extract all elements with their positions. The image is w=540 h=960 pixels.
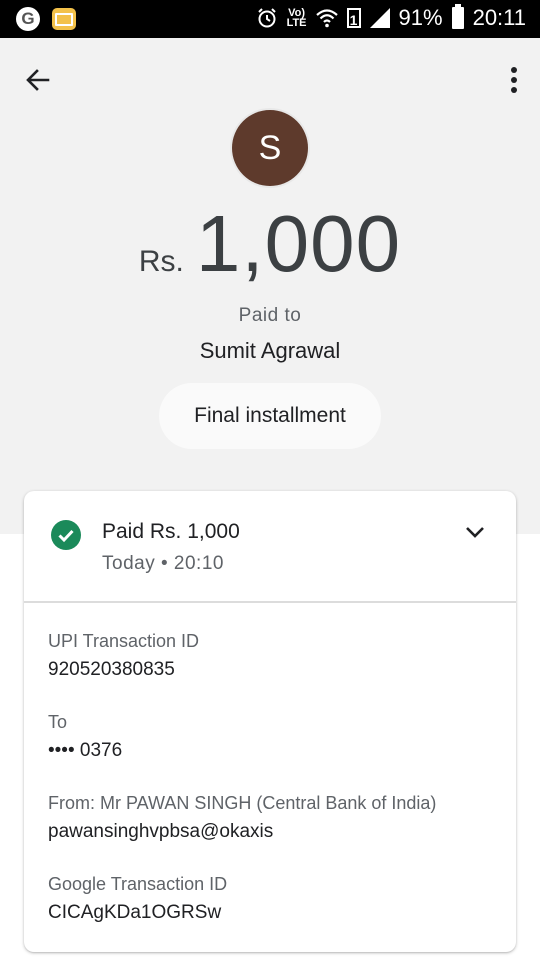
to-label: To: [48, 712, 68, 732]
clock: 20:11: [472, 5, 526, 30]
status-bar: G Vo) LTE 1 91% 20:11: [0, 0, 540, 38]
payment-status: Paid Rs. 1,000: [102, 520, 240, 543]
transaction-details-card: Paid Rs. 1,000 Today • 20:10 UPI Transac…: [24, 491, 516, 952]
sim-icon: 1: [346, 8, 361, 28]
message-icon: [52, 8, 76, 30]
upi-id-value: 920520380835: [48, 659, 175, 680]
battery-percent: 91%: [398, 5, 443, 30]
divider: [24, 601, 516, 603]
more-vert-icon[interactable]: [508, 66, 520, 96]
amount-value: 1,000: [195, 199, 402, 288]
check-circle-icon: [51, 520, 81, 550]
battery-icon: [451, 4, 464, 29]
from-value: pawansinghvpbsa@okaxis: [48, 821, 274, 842]
chevron-down-icon[interactable]: [464, 525, 486, 539]
payment-amount: Rs. 1,000: [0, 198, 540, 290]
to-value: •••• 0376: [48, 740, 123, 761]
paid-to-label: Paid to: [238, 305, 302, 326]
signal-icon: [369, 8, 390, 28]
google-id-value: CICAgKDa1OGRSw: [48, 902, 222, 923]
payee-name: Sumit Agrawal: [199, 338, 341, 363]
payment-note: Final installment: [159, 383, 381, 449]
google-icon: G: [16, 7, 40, 31]
volte-indicator: Vo) LTE: [286, 7, 307, 29]
google-id-label: Google Transaction ID: [48, 874, 228, 894]
currency-symbol: Rs.: [138, 245, 184, 278]
upi-id-label: UPI Transaction ID: [48, 631, 200, 651]
from-label: From: Mr PAWAN SINGH (Central Bank of In…: [48, 793, 437, 813]
payment-time: Today • 20:10: [102, 553, 224, 574]
wifi-icon: [315, 9, 338, 28]
alarm-icon: [257, 8, 276, 28]
back-arrow-icon[interactable]: [22, 64, 54, 96]
avatar[interactable]: S: [232, 110, 308, 186]
